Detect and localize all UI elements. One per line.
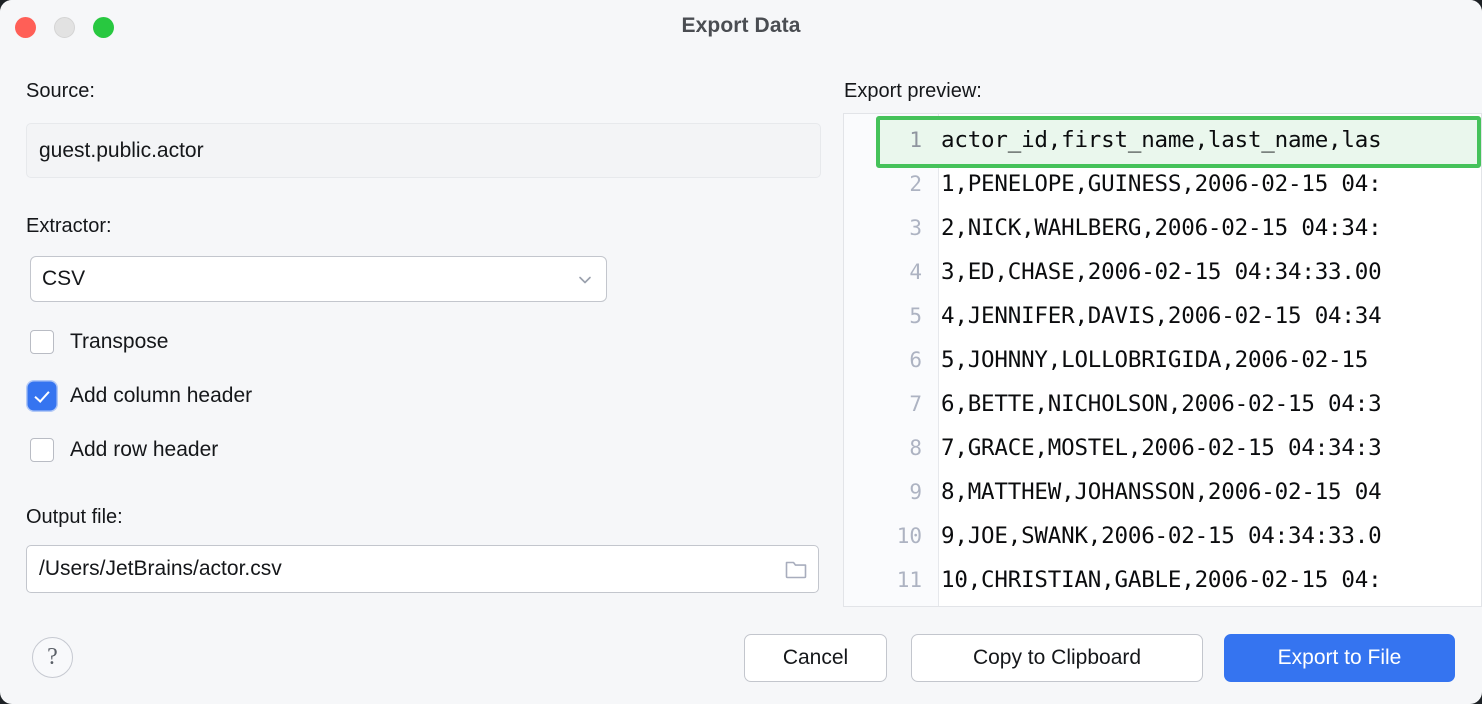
source-label: Source: (26, 80, 95, 103)
line-number: 1 (844, 128, 930, 152)
copy-to-clipboard-button[interactable]: Copy to Clipboard (911, 634, 1203, 682)
line-content: 3,ED,CHASE,2006-02-15 04:34:33.00 (930, 259, 1482, 285)
line-number: 8 (844, 436, 930, 460)
preview-line: 4 3,ED,CHASE,2006-02-15 04:34:33.00 (844, 250, 1482, 294)
line-content: 7,GRACE,MOSTEL,2006-02-15 04:34:3 (930, 435, 1482, 461)
line-content: 8,MATTHEW,JOHANSSON,2006-02-15 04 (930, 479, 1482, 505)
line-number: 2 (844, 172, 930, 196)
checkbox-add-row-header[interactable]: Add row header (30, 435, 218, 465)
line-content: 2,NICK,WAHLBERG,2006-02-15 04:34: (930, 215, 1482, 241)
checkbox-transpose-box[interactable] (30, 330, 54, 354)
page-title: Export Data (0, 14, 1482, 38)
line-content: 1,PENELOPE,GUINESS,2006-02-15 04: (930, 171, 1482, 197)
line-content: 4,JENNIFER,DAVIS,2006-02-15 04:34 (930, 303, 1482, 329)
preview-line: 11 10,CHRISTIAN,GABLE,2006-02-15 04: (844, 558, 1482, 602)
line-content: 10,CHRISTIAN,GABLE,2006-02-15 04: (930, 567, 1482, 593)
checkbox-add-column-header[interactable]: Add column header (30, 381, 252, 411)
output-file-field[interactable]: /Users/JetBrains/actor.csv (26, 545, 819, 593)
preview-line: 5 4,JENNIFER,DAVIS,2006-02-15 04:34 (844, 294, 1482, 338)
line-content: 6,BETTE,NICHOLSON,2006-02-15 04:3 (930, 391, 1482, 417)
output-file-label: Output file: (26, 506, 123, 529)
extractor-selected-value: CSV (42, 257, 85, 301)
title-bar: Export Data (0, 0, 1482, 56)
checkbox-add-row-header-label: Add row header (70, 438, 218, 462)
line-number: 4 (844, 260, 930, 284)
line-content: actor_id,first_name,last_name,las (930, 127, 1482, 153)
output-file-value: /Users/JetBrains/actor.csv (39, 546, 282, 592)
preview-line: 9 8,MATTHEW,JOHANSSON,2006-02-15 04 (844, 470, 1482, 514)
export-preview-panel[interactable]: 1 actor_id,first_name,last_name,las 2 1,… (843, 113, 1482, 607)
checkbox-add-column-header-box[interactable] (30, 384, 54, 408)
line-number: 11 (844, 568, 930, 592)
extractor-select[interactable]: CSV (30, 256, 607, 302)
line-number: 3 (844, 216, 930, 240)
preview-line: 2 1,PENELOPE,GUINESS,2006-02-15 04: (844, 162, 1482, 206)
export-to-file-button[interactable]: Export to File (1224, 634, 1455, 682)
cancel-button[interactable]: Cancel (744, 634, 887, 682)
preview-line: 8 7,GRACE,MOSTEL,2006-02-15 04:34:3 (844, 426, 1482, 470)
checkbox-transpose[interactable]: Transpose (30, 327, 168, 357)
export-preview-label: Export preview: (844, 80, 982, 103)
checkbox-add-row-header-box[interactable] (30, 438, 54, 462)
source-field: guest.public.actor (26, 123, 821, 178)
folder-icon[interactable] (783, 557, 809, 581)
checkbox-transpose-label: Transpose (70, 330, 168, 354)
preview-line: 7 6,BETTE,NICHOLSON,2006-02-15 04:3 (844, 382, 1482, 426)
preview-line: 6 5,JOHNNY,LOLLOBRIGIDA,2006-02-15 (844, 338, 1482, 382)
help-button[interactable]: ? (32, 637, 73, 678)
line-content: 5,JOHNNY,LOLLOBRIGIDA,2006-02-15 (930, 347, 1482, 373)
line-number: 9 (844, 480, 930, 504)
chevron-down-icon (576, 271, 594, 289)
extractor-label: Extractor: (26, 215, 112, 238)
line-number: 6 (844, 348, 930, 372)
preview-line: 3 2,NICK,WAHLBERG,2006-02-15 04:34: (844, 206, 1482, 250)
source-value: guest.public.actor (39, 124, 204, 177)
line-content: 9,JOE,SWANK,2006-02-15 04:34:33.0 (930, 523, 1482, 549)
line-number: 10 (844, 524, 930, 548)
preview-line: 1 actor_id,first_name,last_name,las (844, 118, 1482, 162)
line-number: 5 (844, 304, 930, 328)
line-number: 7 (844, 392, 930, 416)
preview-line: 10 9,JOE,SWANK,2006-02-15 04:34:33.0 (844, 514, 1482, 558)
question-mark-icon: ? (33, 638, 72, 676)
checkbox-add-column-header-label: Add column header (70, 384, 252, 408)
export-data-dialog: Export Data Source: guest.public.actor E… (0, 0, 1482, 704)
